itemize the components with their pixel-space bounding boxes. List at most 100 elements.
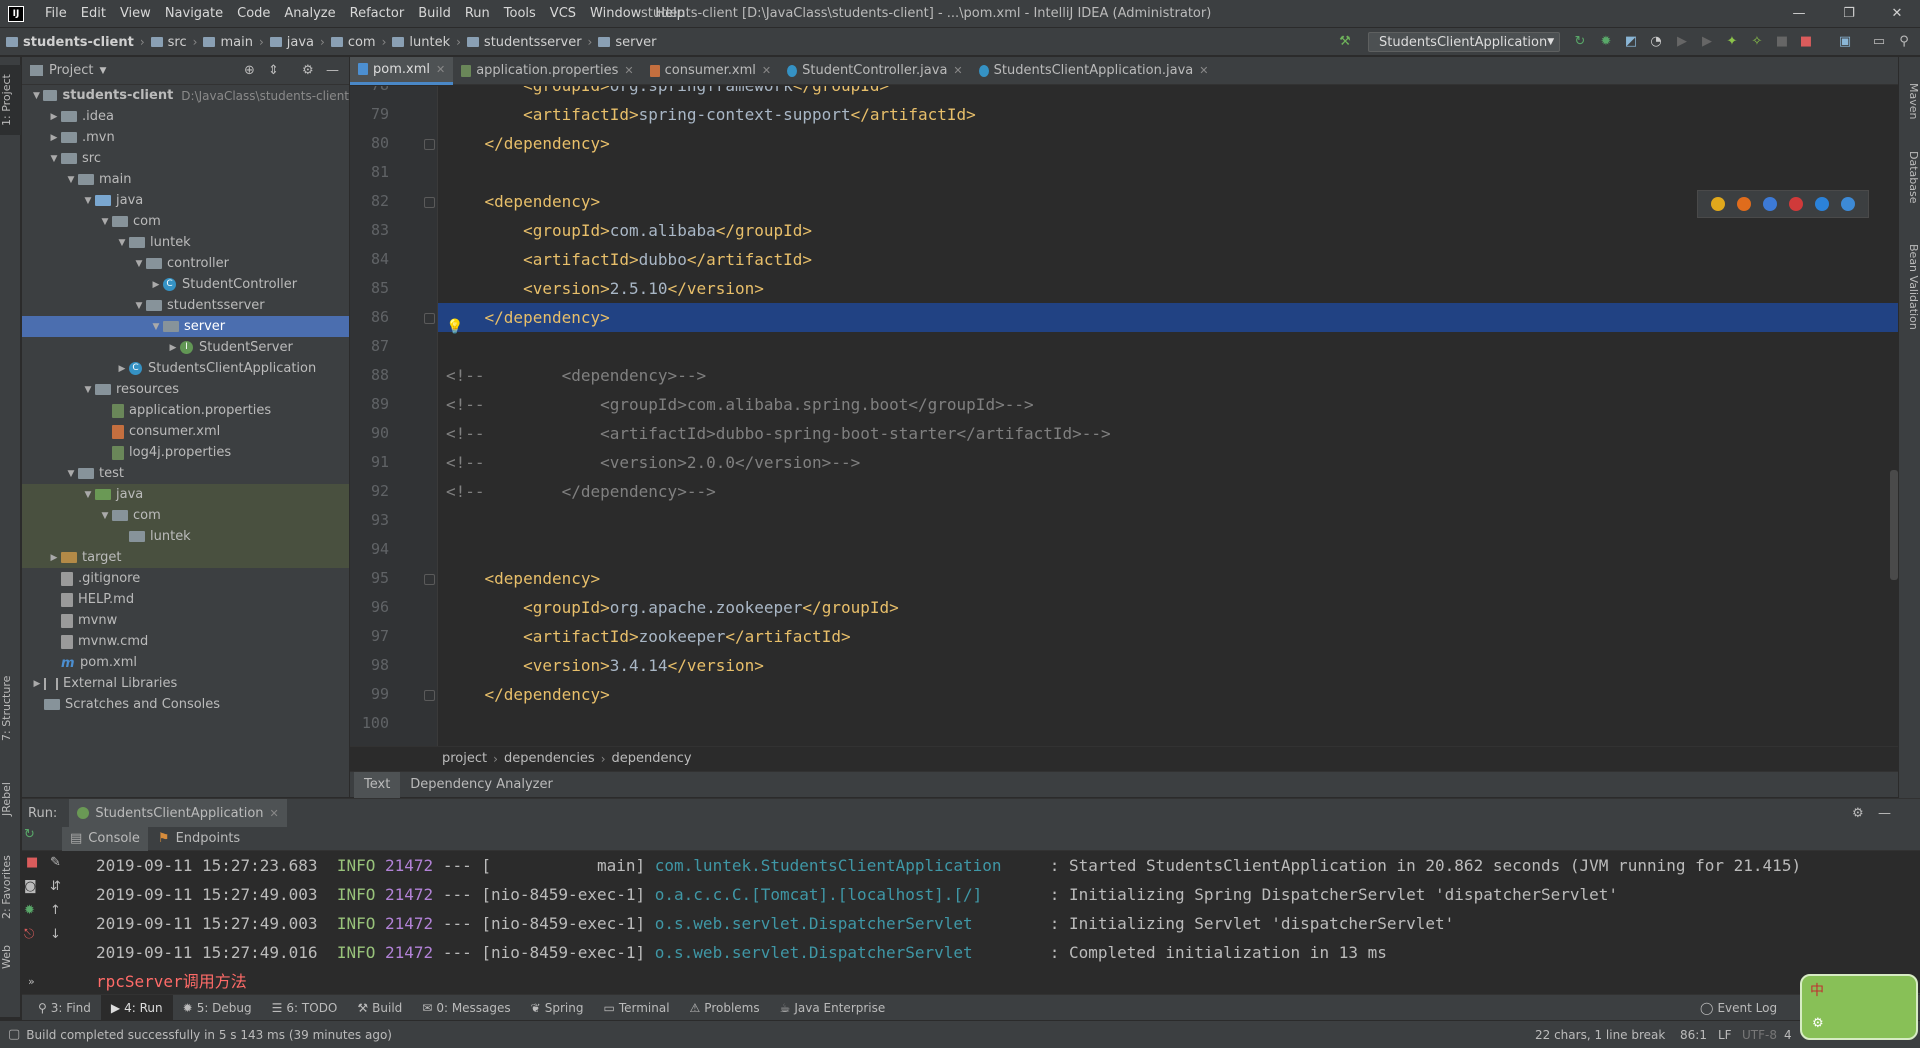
jrebel-run-icon[interactable]: ✦ <box>1723 33 1741 51</box>
tree-node[interactable]: ▼ studentsserver <box>22 295 349 316</box>
expand-icon[interactable]: » <box>28 975 35 988</box>
rerun-icon[interactable]: ↻ <box>24 827 35 842</box>
tree-node[interactable]: application.properties <box>22 400 349 421</box>
menu-edit[interactable]: Edit <box>74 0 113 28</box>
code-line[interactable]: <version>2.5.10</version> <box>438 274 1908 303</box>
tree-node[interactable]: ▶ I StudentServer <box>22 337 349 358</box>
edit-icon[interactable]: ✎ <box>50 855 61 870</box>
tool-button-javaee[interactable]: ☕ Java Enterprise <box>770 995 896 1021</box>
code-line[interactable]: <artifactId>dubbo</artifactId> <box>438 245 1908 274</box>
tree-node[interactable]: ▼ test <box>22 463 349 484</box>
tree-node[interactable]: ▼ students-client D:\JavaClass\students-cl… <box>22 85 349 106</box>
gear-icon[interactable]: ⚙ <box>1852 806 1864 821</box>
tree-node[interactable]: .gitignore <box>22 568 349 589</box>
tree-node[interactable]: ▼ resources <box>22 379 349 400</box>
tree-node[interactable]: ▼ main <box>22 169 349 190</box>
event-log-button[interactable]: ◯ Event Log <box>1700 995 1777 1021</box>
run-config-tab[interactable]: StudentsClientApplication ✕ <box>69 799 287 827</box>
menu-run[interactable]: Run <box>458 0 497 28</box>
tool-button-messages[interactable]: ✉ 0: Messages <box>412 995 520 1021</box>
expanded-arrow-icon[interactable]: ▼ <box>132 259 146 269</box>
tool-tab-project[interactable]: 1: Project <box>0 65 21 135</box>
collapsed-arrow-icon[interactable]: ▶ <box>115 364 129 374</box>
tree-node[interactable]: ▼ com <box>22 505 349 526</box>
fold-marker-icon[interactable] <box>424 139 435 150</box>
fold-marker-icon[interactable] <box>424 690 435 701</box>
resume-icon[interactable]: ▶ <box>1698 33 1716 51</box>
status-toggle-icon[interactable]: ▢ <box>8 1027 20 1042</box>
breadcrumb-item[interactable]: students-client <box>6 35 134 50</box>
tree-node[interactable]: ▼ src <box>22 148 349 169</box>
code-line[interactable]: </dependency> <box>438 303 1908 332</box>
profile-icon[interactable]: ◔ <box>1647 33 1665 51</box>
xml-breadcrumb-item[interactable]: dependencies <box>504 751 595 766</box>
expanded-arrow-icon[interactable]: ▼ <box>64 175 78 185</box>
code-line[interactable] <box>438 158 1908 187</box>
ime-widget[interactable]: 中 ⚙ <box>1800 974 1918 1040</box>
firefox-icon[interactable] <box>1737 197 1751 211</box>
code-line[interactable]: <!-- <artifactId>dubbo-spring-boot-start… <box>438 419 1908 448</box>
hide-panel-icon[interactable]: — <box>326 63 339 78</box>
tree-node[interactable]: ▶ C StudentsClientApplication <box>22 358 349 379</box>
tree-node[interactable]: ▼ server <box>22 316 349 337</box>
collapsed-arrow-icon[interactable]: ▶ <box>47 112 61 122</box>
project-structure-icon[interactable]: ▣ <box>1836 33 1854 51</box>
tree-node[interactable]: Scratches and Consoles <box>22 694 349 715</box>
menu-vcs[interactable]: VCS <box>543 0 583 28</box>
breadcrumb-item[interactable]: java <box>269 35 314 50</box>
tool-tab-maven[interactable]: Maven <box>1899 71 1920 131</box>
ie-icon[interactable] <box>1815 197 1829 211</box>
chrome-icon[interactable] <box>1711 197 1725 211</box>
debug-icon[interactable]: ✹ <box>24 903 35 918</box>
tree-node[interactable]: ▶ External Libraries <box>22 673 349 694</box>
status-message[interactable]: Build completed successfully in 5 s 143 … <box>26 1028 392 1042</box>
tree-node[interactable]: ▼ luntek <box>22 232 349 253</box>
run-config-select[interactable]: StudentsClientApplication ▼ <box>1368 32 1560 52</box>
tool-button-build[interactable]: ⚒ Build <box>347 995 412 1021</box>
code-line[interactable]: <!-- <groupId>com.alibaba.spring.boot</g… <box>438 390 1908 419</box>
expanded-arrow-icon[interactable]: ▼ <box>132 301 146 311</box>
tool-button-problems[interactable]: ⚠ Problems <box>680 995 770 1021</box>
opera-icon[interactable] <box>1789 197 1803 211</box>
stop-icon[interactable]: ■ <box>26 855 38 870</box>
rerun-icon[interactable]: ↻ <box>1571 33 1589 51</box>
layout-icon[interactable]: ▭ <box>1870 33 1888 51</box>
arrow-up-icon[interactable]: ↑ <box>50 903 61 918</box>
menu-refactor[interactable]: Refactor <box>343 0 412 28</box>
menu-code[interactable]: Code <box>230 0 277 28</box>
code-line[interactable]: <!-- </dependency>--> <box>438 477 1908 506</box>
collapsed-arrow-icon[interactable]: ▶ <box>149 280 163 290</box>
arrow-down-icon[interactable]: ↓ <box>50 927 61 942</box>
breadcrumb-item[interactable]: src <box>150 35 187 50</box>
tool-button-todo[interactable]: ☰ 6: TODO <box>262 995 348 1021</box>
code-editor[interactable]: 78 79 80 81 82 83 84 85 86 87 88 89 90 91 92 93 94 95 96 97… <box>350 86 1920 746</box>
expanded-arrow-icon[interactable]: ▼ <box>115 238 129 248</box>
xml-breadcrumb-item[interactable]: project <box>442 751 487 766</box>
gear-icon[interactable]: ⚙ <box>302 63 314 78</box>
tree-node[interactable]: luntek <box>22 526 349 547</box>
close-icon[interactable]: ✕ <box>270 807 279 820</box>
expanded-arrow-icon[interactable]: ▼ <box>30 91 43 101</box>
code-line[interactable] <box>438 709 1908 738</box>
locate-icon[interactable]: ⊕ <box>244 63 255 78</box>
jrebel-debug-icon[interactable]: ✧ <box>1748 33 1766 51</box>
expanded-arrow-icon[interactable]: ▼ <box>149 322 163 332</box>
exit-icon[interactable]: ⎋ <box>24 927 34 942</box>
editor-tab[interactable]: application.properties ✕ <box>453 57 641 85</box>
chevron-down-icon[interactable]: ▼ <box>99 66 106 76</box>
tree-node[interactable]: ▶ C StudentController <box>22 274 349 295</box>
project-panel-title[interactable]: Project <box>49 63 93 78</box>
editor-tab[interactable]: consumer.xml ✕ <box>642 57 780 85</box>
tool-tab-jrebel[interactable]: JRebel <box>0 769 21 829</box>
tab-console[interactable]: ▤ Console <box>62 826 148 851</box>
tool-tab-database[interactable]: Database <box>1899 142 1920 212</box>
editor-scrollbar[interactable] <box>1890 470 1898 580</box>
tool-button-spring[interactable]: ❦ Spring <box>521 995 594 1021</box>
close-icon[interactable]: ✕ <box>953 64 962 77</box>
tab-dependency-analyzer[interactable]: Dependency Analyzer <box>400 772 563 798</box>
tool-button-terminal[interactable]: ▭ Terminal <box>593 995 679 1021</box>
close-icon[interactable]: ✕ <box>436 63 445 76</box>
menu-tools[interactable]: Tools <box>497 0 543 28</box>
menu-analyze[interactable]: Analyze <box>277 0 342 28</box>
camera-icon[interactable]: ◙ <box>24 879 37 894</box>
